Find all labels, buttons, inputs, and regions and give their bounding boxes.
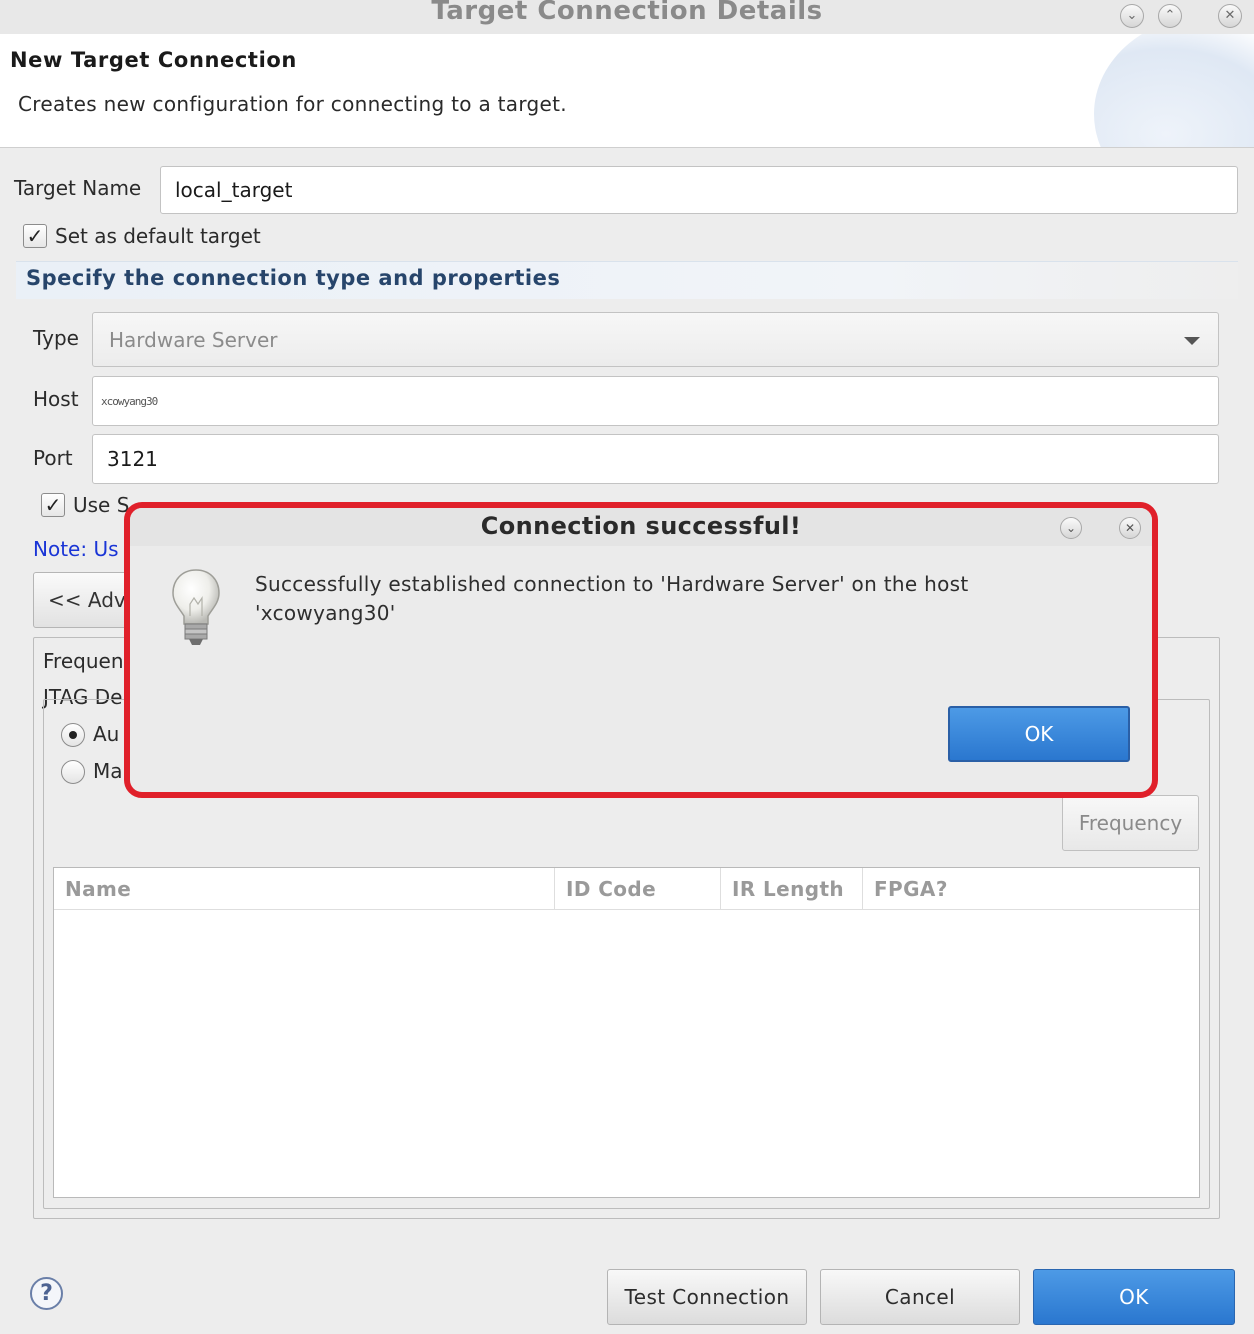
target-name-value: local_target (175, 178, 293, 202)
column-header-name[interactable]: Name (54, 868, 555, 910)
port-label: Port (33, 446, 73, 470)
popup-message-line2: 'xcowyang30' (255, 601, 396, 625)
connection-success-dialog: Connection successful! ⌄ ✕ Successfully … (124, 502, 1158, 798)
port-input[interactable]: 3121 (92, 434, 1219, 484)
popup-message: Successfully established connection to '… (255, 570, 1035, 628)
radio-manual-label: Ma (93, 759, 123, 783)
host-value: xcowyang30 (101, 394, 158, 408)
popup-titlebar: Connection successful! ⌄ ✕ (130, 508, 1152, 546)
jtag-devices-table[interactable]: Name ID Code IR Length FPGA? (53, 867, 1200, 1198)
radio-manual[interactable] (61, 760, 85, 784)
default-target-label: Set as default target (55, 224, 261, 248)
ok-button[interactable]: OK (1033, 1269, 1235, 1325)
dialog-header: New Target Connection Creates new config… (0, 34, 1254, 148)
table-header: Name ID Code IR Length FPGA? (54, 868, 1199, 910)
use-symbol-server-checkbox[interactable]: ✓ (41, 493, 65, 517)
column-header-id-code[interactable]: ID Code (555, 868, 721, 910)
popup-ok-button[interactable]: OK (948, 706, 1130, 762)
popup-message-line1: Successfully established connection to '… (255, 572, 969, 596)
target-name-input[interactable]: local_target (160, 166, 1238, 214)
window-titlebar: Target Connection Details ⌄ ⌃ ✕ (0, 0, 1254, 34)
popup-minimize-icon[interactable]: ⌄ (1060, 517, 1082, 539)
column-header-fpga[interactable]: FPGA? (863, 868, 983, 910)
maximize-icon[interactable]: ⌃ (1158, 4, 1182, 28)
section-header: Specify the connection type and properti… (16, 261, 1238, 299)
cancel-button[interactable]: Cancel (820, 1269, 1020, 1325)
header-title: New Target Connection (10, 48, 297, 72)
test-connection-button[interactable]: Test Connection (607, 1269, 807, 1325)
chevron-down-icon (1184, 337, 1200, 345)
note-text: Note: Us (33, 537, 119, 561)
popup-title: Connection successful! (480, 512, 802, 540)
header-banner-graphic (1094, 34, 1254, 147)
type-value: Hardware Server (109, 327, 278, 352)
column-header-ir-length[interactable]: IR Length (721, 868, 863, 910)
lightbulb-icon (172, 569, 220, 645)
section-title: Specify the connection type and properti… (26, 266, 561, 290)
default-target-checkbox[interactable]: ✓ (23, 224, 47, 248)
frequency-button[interactable]: Frequency (1062, 795, 1199, 851)
popup-close-icon[interactable]: ✕ (1119, 517, 1141, 539)
type-label: Type (33, 326, 79, 350)
help-icon[interactable]: ? (30, 1277, 63, 1310)
type-select[interactable]: Hardware Server (92, 312, 1219, 367)
host-input[interactable]: xcowyang30 (92, 376, 1219, 426)
host-label: Host (33, 387, 79, 411)
header-description: Creates new configuration for connecting… (18, 92, 567, 116)
window-title: Target Connection Details (431, 0, 823, 26)
target-name-label: Target Name (14, 176, 142, 200)
radio-auto[interactable] (61, 723, 85, 747)
port-value: 3121 (107, 447, 158, 471)
use-symbol-server-label: Use S (73, 493, 130, 517)
close-icon[interactable]: ✕ (1218, 4, 1242, 28)
frequency-label: Frequen (43, 649, 124, 673)
radio-auto-label: Au (93, 722, 120, 746)
advanced-toggle-label: << Adv (48, 588, 126, 612)
minimize-icon[interactable]: ⌄ (1120, 4, 1144, 28)
